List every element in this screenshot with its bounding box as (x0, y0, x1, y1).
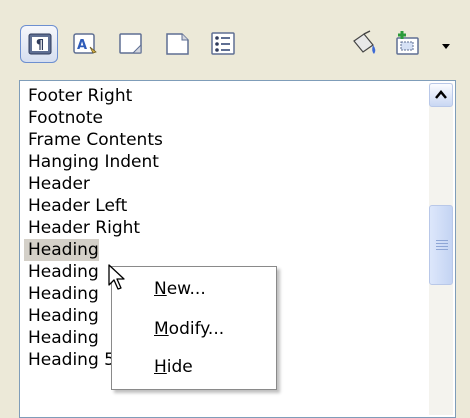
paint-bucket-icon (353, 30, 376, 54)
menu-item-label: ide (166, 357, 193, 377)
chevron-up-icon (435, 90, 447, 99)
list-item[interactable]: Heading (24, 283, 99, 305)
styles-toolbar: ¶ A (20, 20, 460, 68)
paragraph-styles-button[interactable]: ¶ (20, 25, 58, 63)
list-styles-button[interactable] (204, 25, 242, 63)
thumb-grip-line (436, 246, 448, 247)
scroll-up-button[interactable] (429, 83, 453, 107)
mnemonic: N (154, 279, 167, 299)
list-item[interactable]: Header (24, 173, 90, 195)
new-style-dropdown-button[interactable] (438, 38, 454, 54)
menu-item-hide[interactable]: Hide (154, 355, 193, 379)
thumb-grip-line (436, 240, 448, 241)
list-item-selected[interactable]: Heading (24, 239, 99, 261)
paragraph-styles-icon: ¶ (28, 33, 52, 55)
svg-text:A: A (77, 38, 87, 53)
menu-item-label: odify... (168, 319, 225, 339)
new-style-from-selection-button[interactable] (388, 25, 426, 63)
svg-text:¶: ¶ (36, 38, 44, 53)
list-item[interactable]: Heading (24, 261, 99, 283)
page-styles-icon (166, 33, 189, 55)
list-item[interactable]: Hanging Indent (24, 151, 159, 173)
frame-styles-button[interactable] (112, 25, 150, 63)
new-style-icon (396, 31, 419, 55)
mnemonic: H (154, 357, 167, 377)
styles-and-formatting-panel: ¶ A Footer Right Footnote Frame Contents… (0, 0, 470, 418)
page-styles-button[interactable] (158, 25, 196, 63)
list-item[interactable]: Heading (24, 305, 99, 327)
list-item[interactable]: Frame Contents (24, 129, 163, 151)
list-item[interactable]: Heading (24, 327, 99, 349)
mnemonic: M (154, 319, 169, 339)
thumb-grip-line (436, 243, 448, 244)
thumb-grip-line (436, 249, 448, 250)
list-item[interactable]: Header Right (24, 217, 140, 239)
context-menu: New... Modify... Hide (111, 266, 277, 390)
list-item[interactable]: Heading 5 (24, 349, 115, 371)
chevron-down-icon (442, 44, 450, 49)
list-item[interactable]: Header Left (24, 195, 127, 217)
menu-item-new[interactable]: New... (154, 277, 206, 301)
scroll-thumb[interactable] (429, 205, 453, 285)
mouse-pointer-icon (108, 264, 125, 290)
frame-styles-icon (119, 33, 142, 54)
list-item[interactable]: Footer Right (24, 85, 132, 107)
fill-format-mode-button[interactable] (344, 25, 382, 63)
menu-item-modify[interactable]: Modify... (154, 317, 224, 341)
vertical-scrollbar[interactable] (429, 83, 453, 415)
character-styles-button[interactable]: A (66, 25, 104, 63)
menu-item-label: ew... (166, 279, 206, 299)
list-styles-icon (211, 32, 235, 55)
list-item[interactable]: Footnote (24, 107, 103, 129)
character-styles-icon: A (73, 33, 97, 54)
